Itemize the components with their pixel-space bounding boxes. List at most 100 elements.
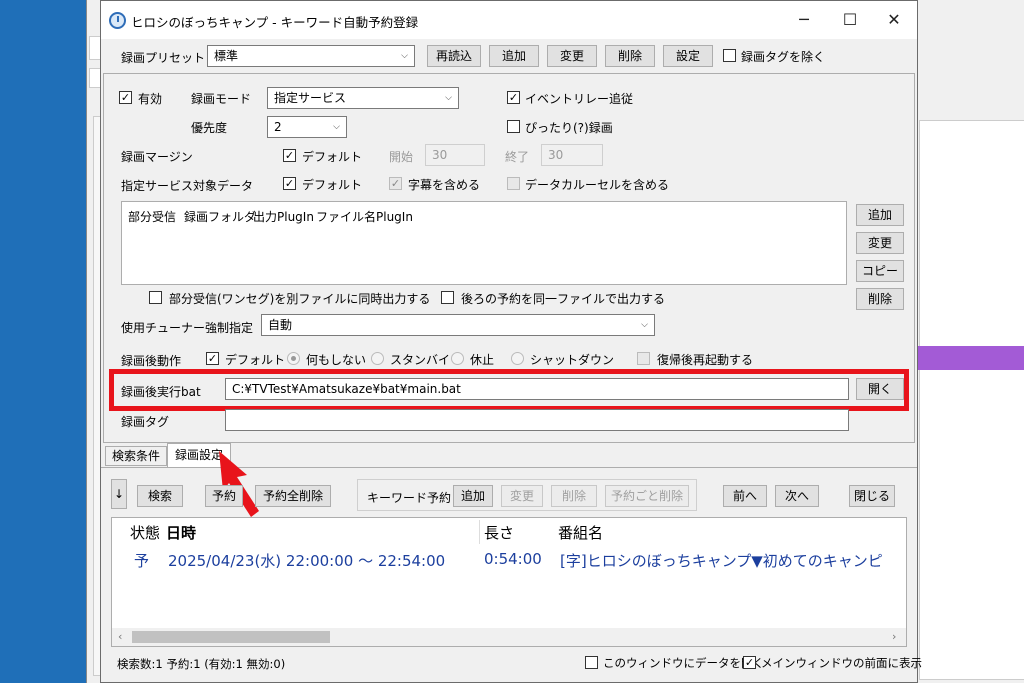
service-default-checkbox[interactable]: ✓ [283, 177, 296, 190]
caption-checkbox[interactable]: ✓ [389, 177, 402, 190]
tuner-label: 使用チューナー強制指定 [121, 321, 254, 335]
chevron-down-icon: ⌵ [445, 93, 452, 103]
reboot-label: 復帰後再起動する [657, 353, 754, 367]
exclude-tag-checkbox[interactable] [723, 49, 736, 62]
enabled-checkbox[interactable]: ✓ [119, 91, 132, 104]
horizontal-scrollbar[interactable]: ‹ › [112, 628, 906, 646]
exclude-tag-label: 録画タグを除く [741, 50, 826, 64]
margin-label: 録画マージン [121, 150, 193, 164]
folder-add-button[interactable]: 追加 [856, 204, 904, 226]
preset-label: 録画プリセット [121, 51, 206, 65]
radio-shutdown-label: シャットダウン [530, 353, 615, 367]
row-state: 予 [134, 552, 150, 570]
table-row[interactable]: 予 2025/04/23(水) 22:00:00 ～ 22:54:00 0:54… [112, 547, 906, 571]
carousel-label: データカルーセルを含める [525, 178, 670, 192]
pittari-checkbox[interactable] [507, 120, 520, 133]
highlight-box [109, 369, 909, 411]
margin-default-checkbox[interactable]: ✓ [283, 149, 296, 162]
reload-button[interactable]: 再読込 [427, 45, 481, 67]
scroll-right-icon[interactable]: › [892, 630, 896, 643]
rec-mode-select[interactable]: 指定サービス ⌵ [267, 87, 459, 109]
enabled-label: 有効 [138, 92, 163, 106]
preset-delete-button[interactable]: 削除 [605, 45, 655, 67]
reboot-checkbox[interactable] [637, 352, 650, 365]
next-button[interactable]: 次へ [775, 485, 819, 507]
close-dialog-button[interactable]: 閉じる [849, 485, 895, 507]
continue-same-checkbox[interactable] [441, 291, 454, 304]
title-bar: ヒロシのぼっちキャンプ - キーワード自動予約登録 ─ ☐ ✕ [101, 1, 917, 39]
column-header-output-plugin[interactable]: 出力PlugIn [253, 208, 314, 225]
column-header-length[interactable]: 長さ [484, 522, 514, 543]
search-button[interactable]: 検索 [137, 485, 183, 507]
preset-settings-button[interactable]: 設定 [663, 45, 713, 67]
bg-selected-row [907, 346, 1024, 370]
delete-with-reserve-button[interactable]: 予約ごと削除 [605, 485, 689, 507]
preset-add-button[interactable]: 追加 [489, 45, 539, 67]
folder-delete-button[interactable]: 削除 [856, 288, 904, 310]
open-data-checkbox[interactable] [585, 656, 598, 669]
column-header-title[interactable]: 番組名 [558, 522, 603, 543]
keyword-reserve-label: キーワード予約 [367, 491, 452, 505]
folder-copy-button[interactable]: コピー [856, 260, 904, 282]
keyword-dialog: ヒロシのぼっちキャンプ - キーワード自動予約登録 ─ ☐ ✕ 録画プリセット … [100, 0, 922, 683]
column-header-partial[interactable]: 部分受信 [128, 208, 176, 225]
tag-input[interactable] [225, 409, 849, 431]
results-list[interactable]: 状態 日時 長さ 番組名 予 2025/04/23(水) 22:00:00 ～ … [111, 517, 907, 647]
folder-change-button[interactable]: 変更 [856, 232, 904, 254]
radio-standby[interactable] [371, 352, 384, 365]
keyword-delete-button[interactable]: 削除 [551, 485, 597, 507]
radio-nothing[interactable] [287, 352, 300, 365]
event-relay-label: イベントリレー追従 [525, 92, 634, 106]
chevron-down-icon: ⌵ [641, 320, 648, 330]
service-data-label: 指定サービス対象データ [121, 179, 254, 193]
folder-list[interactable]: 部分受信 録画フォルダ 出力PlugIn ファイル名PlugIn [121, 201, 847, 285]
end-label: 終了 [505, 150, 530, 164]
after-default-checkbox[interactable]: ✓ [206, 352, 219, 365]
down-arrow-button[interactable]: ↓ [111, 479, 127, 509]
tuner-select[interactable]: 自動 ⌵ [261, 314, 655, 336]
close-button[interactable]: ✕ [871, 1, 917, 39]
preset-select[interactable]: 標準 ⌵ [207, 45, 415, 67]
preset-change-button[interactable]: 変更 [547, 45, 597, 67]
keyword-add-button[interactable]: 追加 [453, 485, 493, 507]
preset-value: 標準 [214, 49, 239, 63]
start-margin-input[interactable]: 30 [425, 144, 485, 166]
row-length: 0:54:00 [484, 550, 542, 568]
minimize-button[interactable]: ─ [781, 1, 827, 39]
carousel-checkbox[interactable] [507, 177, 520, 190]
margin-default-label: デフォルト [302, 150, 363, 164]
service-default-label: デフォルト [302, 178, 363, 192]
keep-front-label: メインウィンドウの前面に表示 [761, 656, 922, 670]
after-action-label: 録画後動作 [121, 354, 182, 368]
scrollbar-thumb[interactable] [132, 631, 330, 643]
radio-hibernate[interactable] [451, 352, 464, 365]
radio-standby-label: スタンバイ [390, 353, 451, 367]
radio-shutdown[interactable] [511, 352, 524, 365]
chevron-down-icon: ⌵ [333, 122, 340, 132]
datetime-column-separator [164, 520, 480, 544]
keyword-change-button[interactable]: 変更 [501, 485, 543, 507]
end-margin-input[interactable]: 30 [541, 144, 603, 166]
scroll-left-icon[interactable]: ‹ [118, 630, 122, 643]
maximize-button[interactable]: ☐ [827, 1, 873, 39]
keep-front-checkbox[interactable]: ✓ [743, 656, 756, 669]
delete-all-reserve-button[interactable]: 予約全削除 [255, 485, 331, 507]
reserve-button[interactable]: 予約 [205, 485, 243, 507]
prev-button[interactable]: 前へ [723, 485, 767, 507]
open-data-label: このウィンドウにデータを開く [603, 656, 764, 670]
priority-select[interactable]: 2 ⌵ [267, 116, 347, 138]
column-header-state[interactable]: 状態 [130, 522, 160, 543]
column-header-filename-plugin[interactable]: ファイル名PlugIn [316, 208, 413, 225]
row-datetime: 2025/04/23(水) 22:00:00 ～ 22:54:00 [168, 552, 446, 570]
chevron-down-icon: ⌵ [401, 51, 408, 61]
tab-search-conditions[interactable]: 検索条件 [105, 446, 167, 466]
event-relay-checkbox[interactable]: ✓ [507, 91, 520, 104]
bg-list-right [919, 120, 1024, 680]
partial-separate-checkbox[interactable] [149, 291, 162, 304]
priority-value: 2 [274, 120, 282, 134]
radio-hibernate-label: 休止 [470, 353, 495, 367]
rec-mode-value: 指定サービス [274, 91, 347, 105]
continue-same-label: 後ろの予約を同一ファイルで出力する [461, 292, 666, 306]
column-header-folder[interactable]: 録画フォルダ [184, 208, 256, 225]
status-summary: 検索数:1 予約:1 (有効:1 無効:0) [117, 657, 286, 671]
